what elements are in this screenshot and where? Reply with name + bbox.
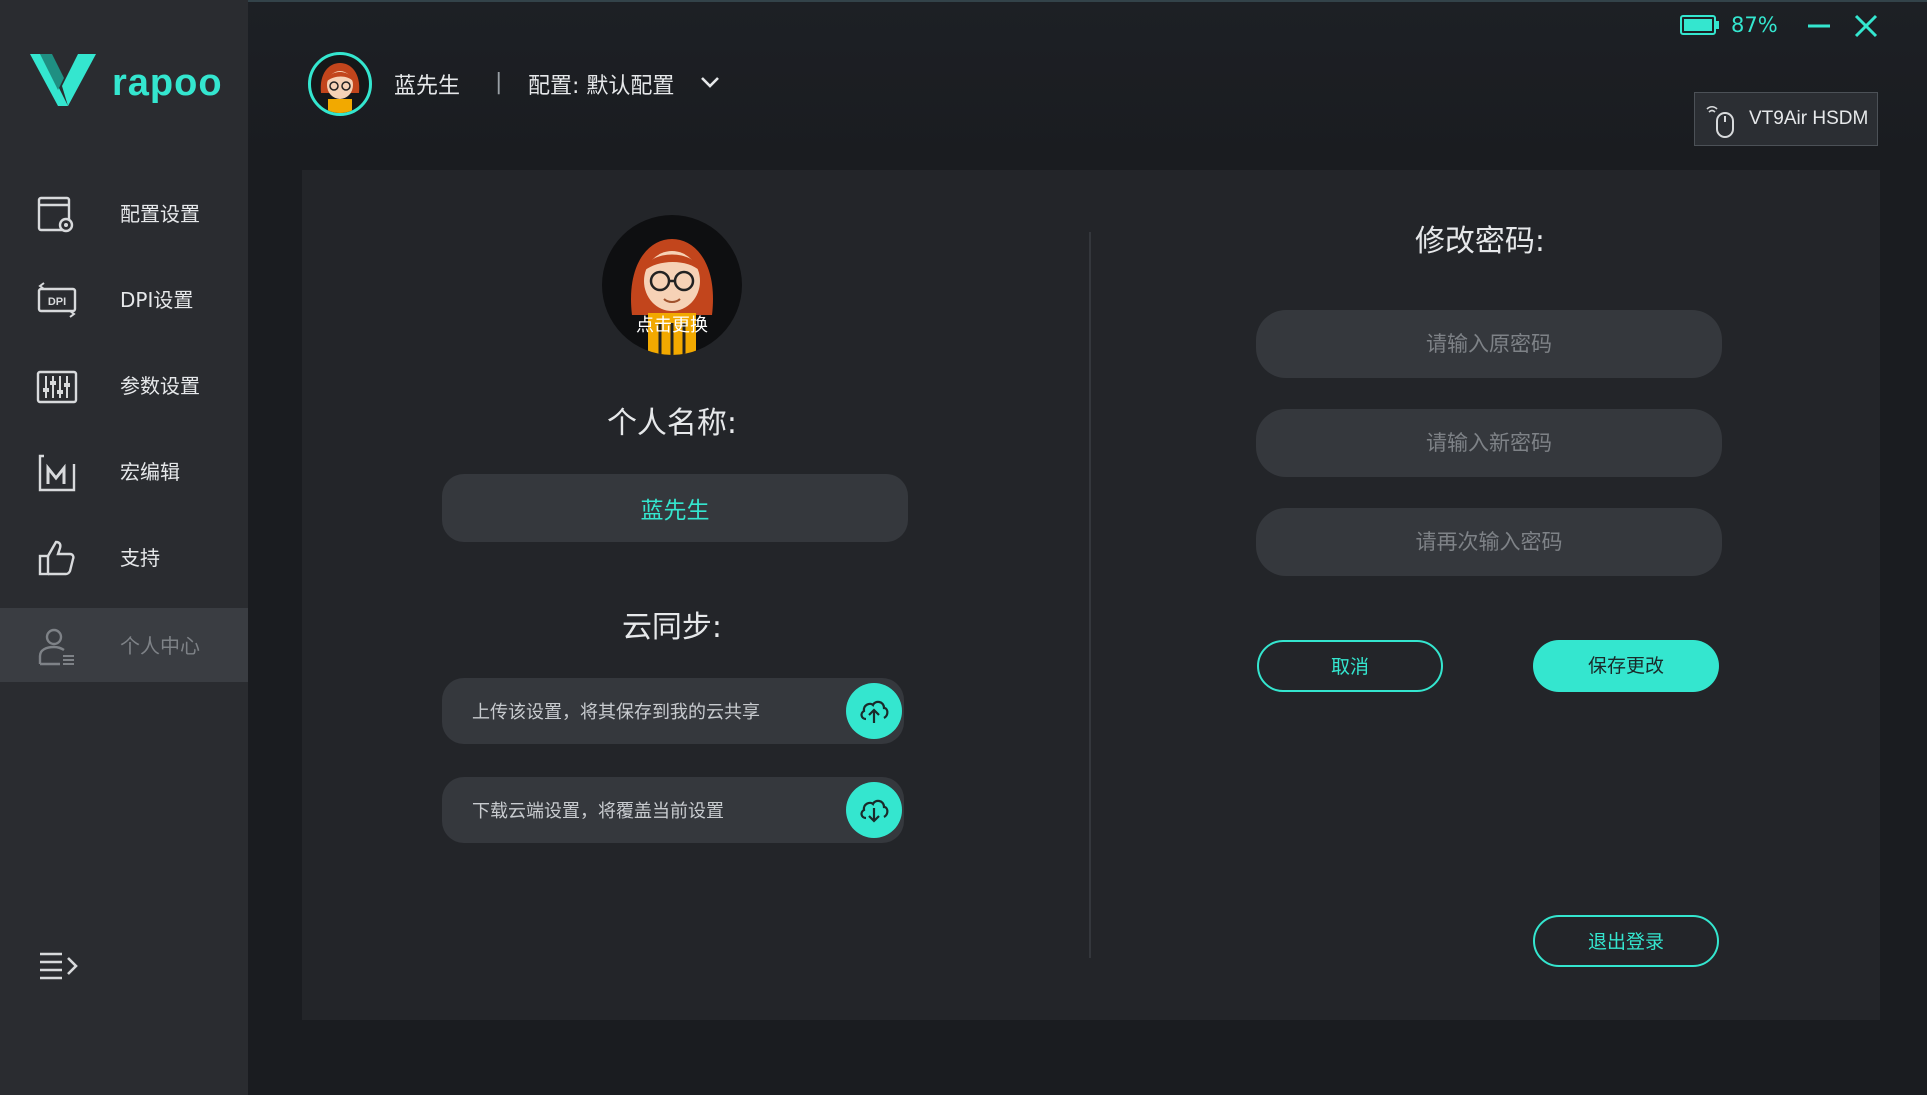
sidebar-item-label: 配置设置 bbox=[120, 202, 200, 226]
cloud-download-button[interactable] bbox=[846, 782, 902, 838]
sidebar-item-label: 个人中心 bbox=[120, 634, 200, 658]
profile-panel bbox=[302, 170, 1880, 1020]
avatar-change-caption: 点击更换 bbox=[636, 315, 708, 336]
sidebar-item-profile[interactable]: 个人中心 bbox=[0, 608, 248, 682]
save-changes-button[interactable]: 保存更改 bbox=[1533, 640, 1719, 692]
sliders-icon bbox=[36, 370, 78, 404]
minimize-icon[interactable] bbox=[1806, 14, 1832, 38]
sidebar: rapoo 配置设置 DPI DPI设置 参数设置 宏编辑 支持 个人中心 bbox=[0, 0, 248, 1095]
change-avatar-button[interactable]: 点击更换 bbox=[602, 215, 742, 355]
user-icon bbox=[38, 628, 74, 666]
dpi-icon: DPI bbox=[37, 282, 77, 318]
device-name: VT9Air HSDM bbox=[1749, 108, 1869, 129]
sidebar-item-label: DPI设置 bbox=[120, 288, 194, 312]
menu-expand-icon[interactable] bbox=[38, 950, 78, 984]
cloud-upload-text: 上传该设置，将其保存到我的云共享 bbox=[472, 702, 760, 723]
macro-icon bbox=[38, 454, 76, 492]
sidebar-item-label: 宏编辑 bbox=[120, 460, 180, 484]
sidebar-item-config[interactable]: 配置设置 bbox=[0, 176, 248, 252]
old-password-field[interactable] bbox=[1256, 310, 1722, 378]
user-avatar[interactable] bbox=[308, 52, 372, 116]
device-selector[interactable]: VT9Air HSDM bbox=[1694, 92, 1878, 146]
cloud-download-icon bbox=[860, 799, 889, 823]
sidebar-item-label: 参数设置 bbox=[120, 374, 200, 398]
header-user-name: 蓝先生 bbox=[394, 74, 461, 99]
new-password-field[interactable] bbox=[1256, 409, 1722, 477]
avatar-girl-icon bbox=[320, 63, 360, 113]
change-password-title: 修改密码: bbox=[1414, 224, 1546, 259]
cloud-upload-button[interactable] bbox=[846, 683, 902, 739]
v-logo-icon bbox=[30, 54, 96, 106]
chevron-down-icon[interactable] bbox=[698, 70, 722, 94]
sidebar-item-support[interactable]: 支持 bbox=[0, 520, 248, 596]
cloud-sync-title: 云同步: bbox=[621, 610, 723, 645]
wireless-mouse-icon bbox=[1706, 105, 1734, 138]
confirm-password-field[interactable] bbox=[1256, 508, 1722, 576]
profile-name-field[interactable] bbox=[442, 474, 908, 542]
cloud-download-row: 下载云端设置，将覆盖当前设置 bbox=[442, 777, 904, 843]
top-border bbox=[248, 0, 1927, 2]
battery-icon bbox=[1680, 15, 1719, 35]
cloud-upload-row: 上传该设置，将其保存到我的云共享 bbox=[442, 678, 904, 744]
sidebar-item-params[interactable]: 参数设置 bbox=[0, 348, 248, 424]
header-separator: | bbox=[495, 70, 503, 95]
thumbs-up-icon bbox=[38, 540, 75, 576]
sidebar-item-dpi[interactable]: DPI DPI设置 bbox=[0, 262, 248, 338]
svg-text:DPI: DPI bbox=[48, 296, 66, 308]
cloud-upload-icon bbox=[860, 700, 889, 723]
cancel-button[interactable]: 取消 bbox=[1257, 640, 1443, 692]
sidebar-item-label: 支持 bbox=[120, 546, 160, 570]
cloud-download-text: 下载云端设置，将覆盖当前设置 bbox=[472, 801, 724, 822]
profile-name-title: 个人名称: bbox=[606, 406, 738, 441]
config-settings-icon bbox=[37, 196, 74, 233]
brand-logo-text: rapoo bbox=[112, 62, 223, 104]
close-icon[interactable] bbox=[1852, 12, 1880, 40]
logout-button[interactable]: 退出登录 bbox=[1533, 915, 1719, 967]
panel-divider bbox=[1089, 232, 1091, 958]
sidebar-item-macro[interactable]: 宏编辑 bbox=[0, 434, 248, 510]
battery-percentage: 87% bbox=[1731, 13, 1778, 37]
config-selector-label[interactable]: 配置: 默认配置 bbox=[528, 68, 674, 100]
